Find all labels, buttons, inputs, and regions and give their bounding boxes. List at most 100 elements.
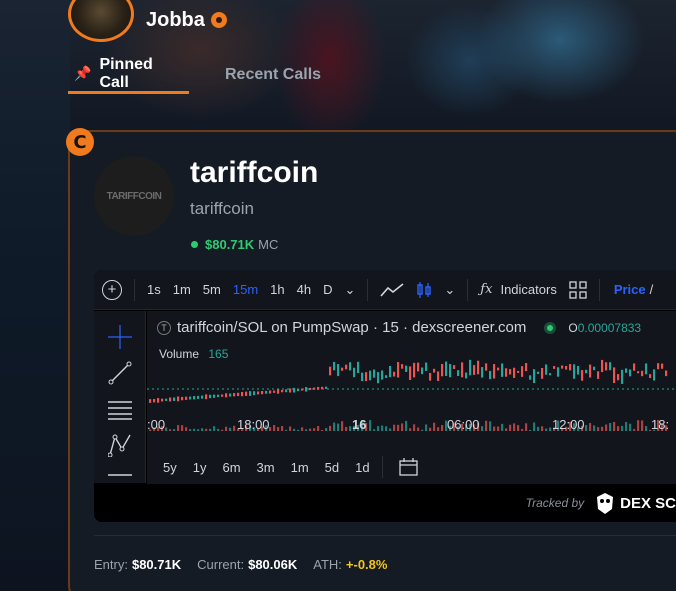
candle xyxy=(409,366,412,381)
pair-title: tariffcoin/SOL on PumpSwap · 15 · dexscr… xyxy=(177,319,527,336)
volume-value: 165 xyxy=(208,347,229,361)
candle xyxy=(613,367,616,383)
indicators-button[interactable]: Indicators xyxy=(500,282,556,297)
candle xyxy=(593,366,596,371)
timeframe-1s[interactable]: 1s xyxy=(147,282,161,297)
range-1m[interactable]: 1m xyxy=(291,460,309,475)
candle xyxy=(429,372,432,381)
candle xyxy=(253,391,256,396)
candle xyxy=(661,363,664,369)
candle xyxy=(241,391,244,397)
time-label: 18: xyxy=(651,417,670,432)
candle xyxy=(629,369,632,377)
candle xyxy=(345,364,348,370)
candle xyxy=(561,365,564,369)
candle xyxy=(301,388,304,391)
range-5y[interactable]: 5y xyxy=(163,460,177,475)
candle xyxy=(453,365,456,369)
candles-icon[interactable] xyxy=(416,281,432,299)
chevron-down-icon[interactable]: ⌄ xyxy=(344,282,355,298)
volume-label: Volume xyxy=(159,347,200,361)
candle xyxy=(161,398,164,402)
candle xyxy=(393,371,396,377)
candle xyxy=(537,371,540,374)
ath-value: +-0.8% xyxy=(345,557,388,572)
trendline-icon[interactable] xyxy=(108,361,132,385)
timeframe-15m[interactable]: 15m xyxy=(233,282,258,297)
candle xyxy=(417,362,420,372)
candle xyxy=(641,370,644,377)
candle xyxy=(357,361,360,374)
candle xyxy=(465,372,468,379)
chevron-down-icon[interactable]: ⌄ xyxy=(444,282,455,298)
username[interactable]: Jobba xyxy=(146,9,205,32)
candle xyxy=(273,390,276,393)
candle xyxy=(245,391,248,396)
avatar[interactable] xyxy=(68,0,134,42)
tab-label: Pinned Call xyxy=(99,55,153,91)
candle xyxy=(621,369,624,384)
current-value: $80.06K xyxy=(248,557,298,572)
timeframe-1h[interactable]: 1h xyxy=(270,282,284,297)
candle xyxy=(321,386,324,390)
fx-icon[interactable]: ƒx xyxy=(480,282,492,297)
candle xyxy=(261,391,264,395)
line-chart-icon[interactable] xyxy=(380,282,404,298)
fib-icon[interactable] xyxy=(108,397,132,421)
price-toggle[interactable]: Price xyxy=(614,282,646,297)
time-label: 12:00 xyxy=(552,417,585,432)
time-label: 18:00 xyxy=(237,417,270,432)
candle xyxy=(165,398,168,401)
verified-icon xyxy=(210,12,227,28)
timeframe-1m[interactable]: 1m xyxy=(173,282,191,297)
pair-legend: T tariffcoin/SOL on PumpSwap · 15 · dexs… xyxy=(157,319,641,336)
candle xyxy=(585,369,588,374)
candle xyxy=(437,371,440,381)
plus-icon[interactable]: + xyxy=(102,279,122,300)
range-5d[interactable]: 5d xyxy=(325,460,339,475)
candle xyxy=(477,360,480,375)
candle xyxy=(197,395,200,399)
range-1d[interactable]: 1d xyxy=(355,460,369,475)
timeframe-4h[interactable]: 4h xyxy=(297,282,311,297)
range-6m[interactable]: 6m xyxy=(222,460,240,475)
timeframe-d[interactable]: D xyxy=(323,282,332,297)
pair-badge: T xyxy=(157,320,171,335)
date-range-icon[interactable] xyxy=(398,458,419,476)
candle xyxy=(513,367,516,378)
token-name[interactable]: tariffcoin xyxy=(190,156,318,190)
timeframe-5m[interactable]: 5m xyxy=(203,282,221,297)
layout-icon[interactable] xyxy=(569,280,587,299)
dex-brand: DEX SC xyxy=(620,494,676,512)
tab-pinned-call[interactable]: 📌 Pinned Call xyxy=(68,56,189,94)
candle xyxy=(365,372,368,382)
candle xyxy=(373,369,376,378)
candle xyxy=(277,389,280,394)
candle xyxy=(381,370,384,380)
candle xyxy=(173,397,176,401)
candle xyxy=(313,387,316,390)
price-chart-widget: + 1s 1m 5m 15m 1h 4h D ⌄ ⌄ ƒx Indicators… xyxy=(94,270,676,522)
range-selector: 5y 1y 6m 3m 1m 5d 1d xyxy=(147,450,676,484)
crosshair-icon[interactable] xyxy=(108,325,132,349)
pattern-icon[interactable] xyxy=(108,433,132,457)
tracked-by-label: Tracked by xyxy=(525,496,585,510)
candle xyxy=(265,390,268,394)
market-cap-label: MC xyxy=(258,237,279,252)
pin-icon: 📌 xyxy=(74,65,92,81)
range-1y[interactable]: 1y xyxy=(193,460,207,475)
candle xyxy=(497,367,500,371)
candle xyxy=(485,363,488,371)
candle xyxy=(361,372,364,382)
candle xyxy=(229,393,232,397)
range-3m[interactable]: 3m xyxy=(257,460,275,475)
candle xyxy=(505,368,508,377)
candle xyxy=(441,364,444,377)
candle xyxy=(469,359,472,376)
candle xyxy=(309,387,312,391)
dex-owl-icon xyxy=(597,493,614,514)
tab-recent-calls[interactable]: Recent Calls xyxy=(219,56,327,94)
candle xyxy=(645,363,648,375)
divider xyxy=(381,456,383,478)
dexscreener-link[interactable]: DEX SC xyxy=(594,491,676,515)
